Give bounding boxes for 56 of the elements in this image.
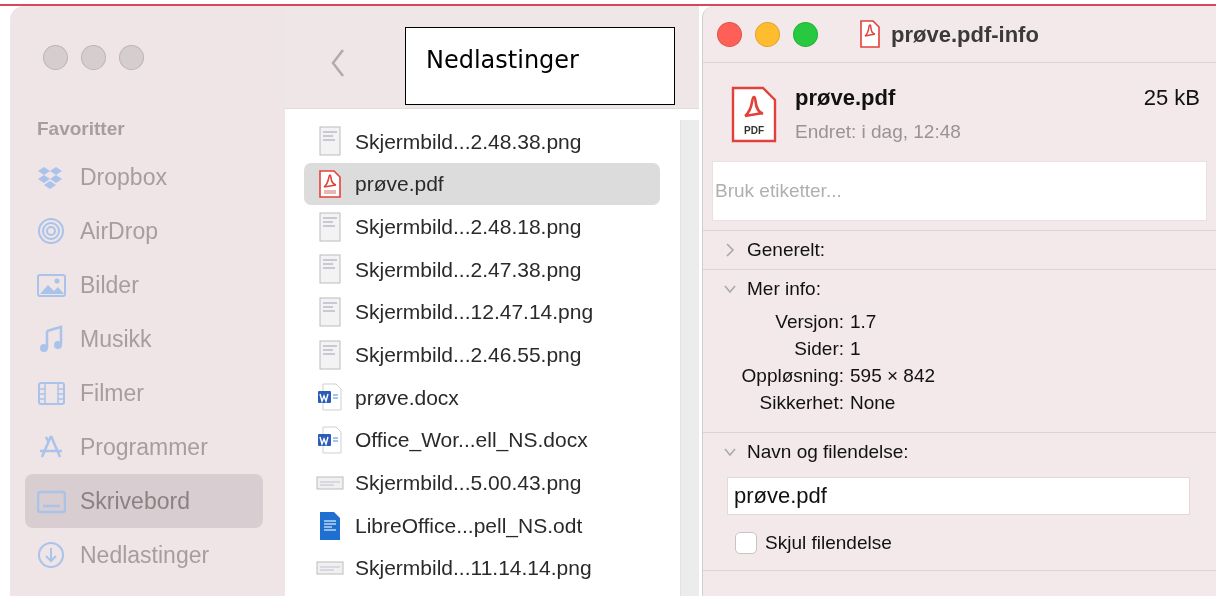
file-name: prøve.pdf bbox=[795, 84, 896, 112]
image-icon bbox=[37, 271, 66, 299]
file-row[interactable]: LibreOffice...pell_NS.odt bbox=[304, 504, 660, 547]
airdrop-icon bbox=[37, 217, 66, 245]
file-row[interactable]: Skjermbild...11.14.14.png bbox=[304, 546, 660, 590]
checkbox-label: Skjul filendelse bbox=[765, 531, 892, 555]
close-button[interactable] bbox=[717, 21, 742, 47]
sidebar-heading: Favoritter bbox=[36, 116, 126, 141]
tags-field[interactable]: Bruk etiketter... bbox=[712, 161, 1207, 221]
image-file-icon bbox=[318, 211, 342, 242]
file-row[interactable]: prøve.docx bbox=[304, 376, 660, 419]
zoom-button[interactable] bbox=[793, 21, 818, 47]
info-label: Sider: bbox=[793, 337, 845, 361]
image-file-icon bbox=[318, 126, 342, 157]
window-title: prøve.pdf-info bbox=[891, 20, 1039, 49]
download-icon bbox=[37, 541, 66, 569]
image-file-icon bbox=[318, 297, 342, 328]
word-document-icon bbox=[317, 383, 343, 412]
info-label: Sikkerhet: bbox=[758, 391, 845, 415]
info-label: Versjon: bbox=[774, 310, 845, 334]
file-row[interactable]: Skjermbild...5.00.43.png bbox=[304, 461, 660, 505]
chevron-right-icon bbox=[723, 243, 737, 257]
modified-date: Endret: i dag, 12:48 bbox=[795, 120, 962, 144]
file-row[interactable]: Office_Wor...ell_NS.docx bbox=[304, 418, 660, 462]
minimize-button[interactable] bbox=[755, 21, 780, 47]
file-row[interactable]: Skjermbild...12.47.14.png bbox=[304, 290, 660, 334]
window-control[interactable] bbox=[43, 44, 68, 70]
checkbox[interactable] bbox=[735, 532, 757, 555]
section-header[interactable]: Generelt: bbox=[703, 231, 1216, 269]
file-row[interactable]: Skjermbild...2.47.38.png bbox=[304, 248, 660, 291]
pdf-icon bbox=[318, 170, 342, 199]
info-value: 1 bbox=[850, 337, 861, 361]
film-icon bbox=[37, 379, 66, 407]
word-document-icon bbox=[317, 426, 343, 455]
file-row[interactable]: Skjermbild...2.48.38.png bbox=[304, 120, 660, 163]
image-file-icon bbox=[316, 474, 344, 491]
file-row[interactable]: Skjermbild...2.46.55.png bbox=[304, 333, 660, 377]
file-row[interactable]: prøve.pdf bbox=[304, 162, 660, 206]
info-value: None bbox=[850, 391, 896, 415]
pdf-icon bbox=[859, 20, 881, 48]
image-file-icon bbox=[318, 339, 342, 370]
section-header[interactable]: Navn og filendelse: bbox=[703, 433, 1216, 471]
back-icon bbox=[330, 48, 346, 78]
file-row[interactable]: Skjermbild...2.48.18.png bbox=[304, 205, 660, 249]
image-file-icon bbox=[318, 254, 342, 285]
file-size: 25 kB bbox=[1143, 84, 1200, 112]
window-control[interactable] bbox=[119, 44, 144, 70]
annotation-label: Nedlastinger bbox=[405, 27, 675, 105]
info-label: Oppløsning: bbox=[740, 364, 845, 388]
info-value: 1.7 bbox=[850, 310, 877, 334]
section-header[interactable]: Mer info: bbox=[703, 270, 1216, 308]
window-control[interactable] bbox=[81, 44, 106, 70]
writer-document-icon bbox=[319, 510, 341, 541]
info-value: 595 × 842 bbox=[850, 364, 936, 388]
image-file-icon bbox=[316, 560, 344, 577]
name-field[interactable]: prøve.pdf bbox=[727, 477, 1190, 515]
